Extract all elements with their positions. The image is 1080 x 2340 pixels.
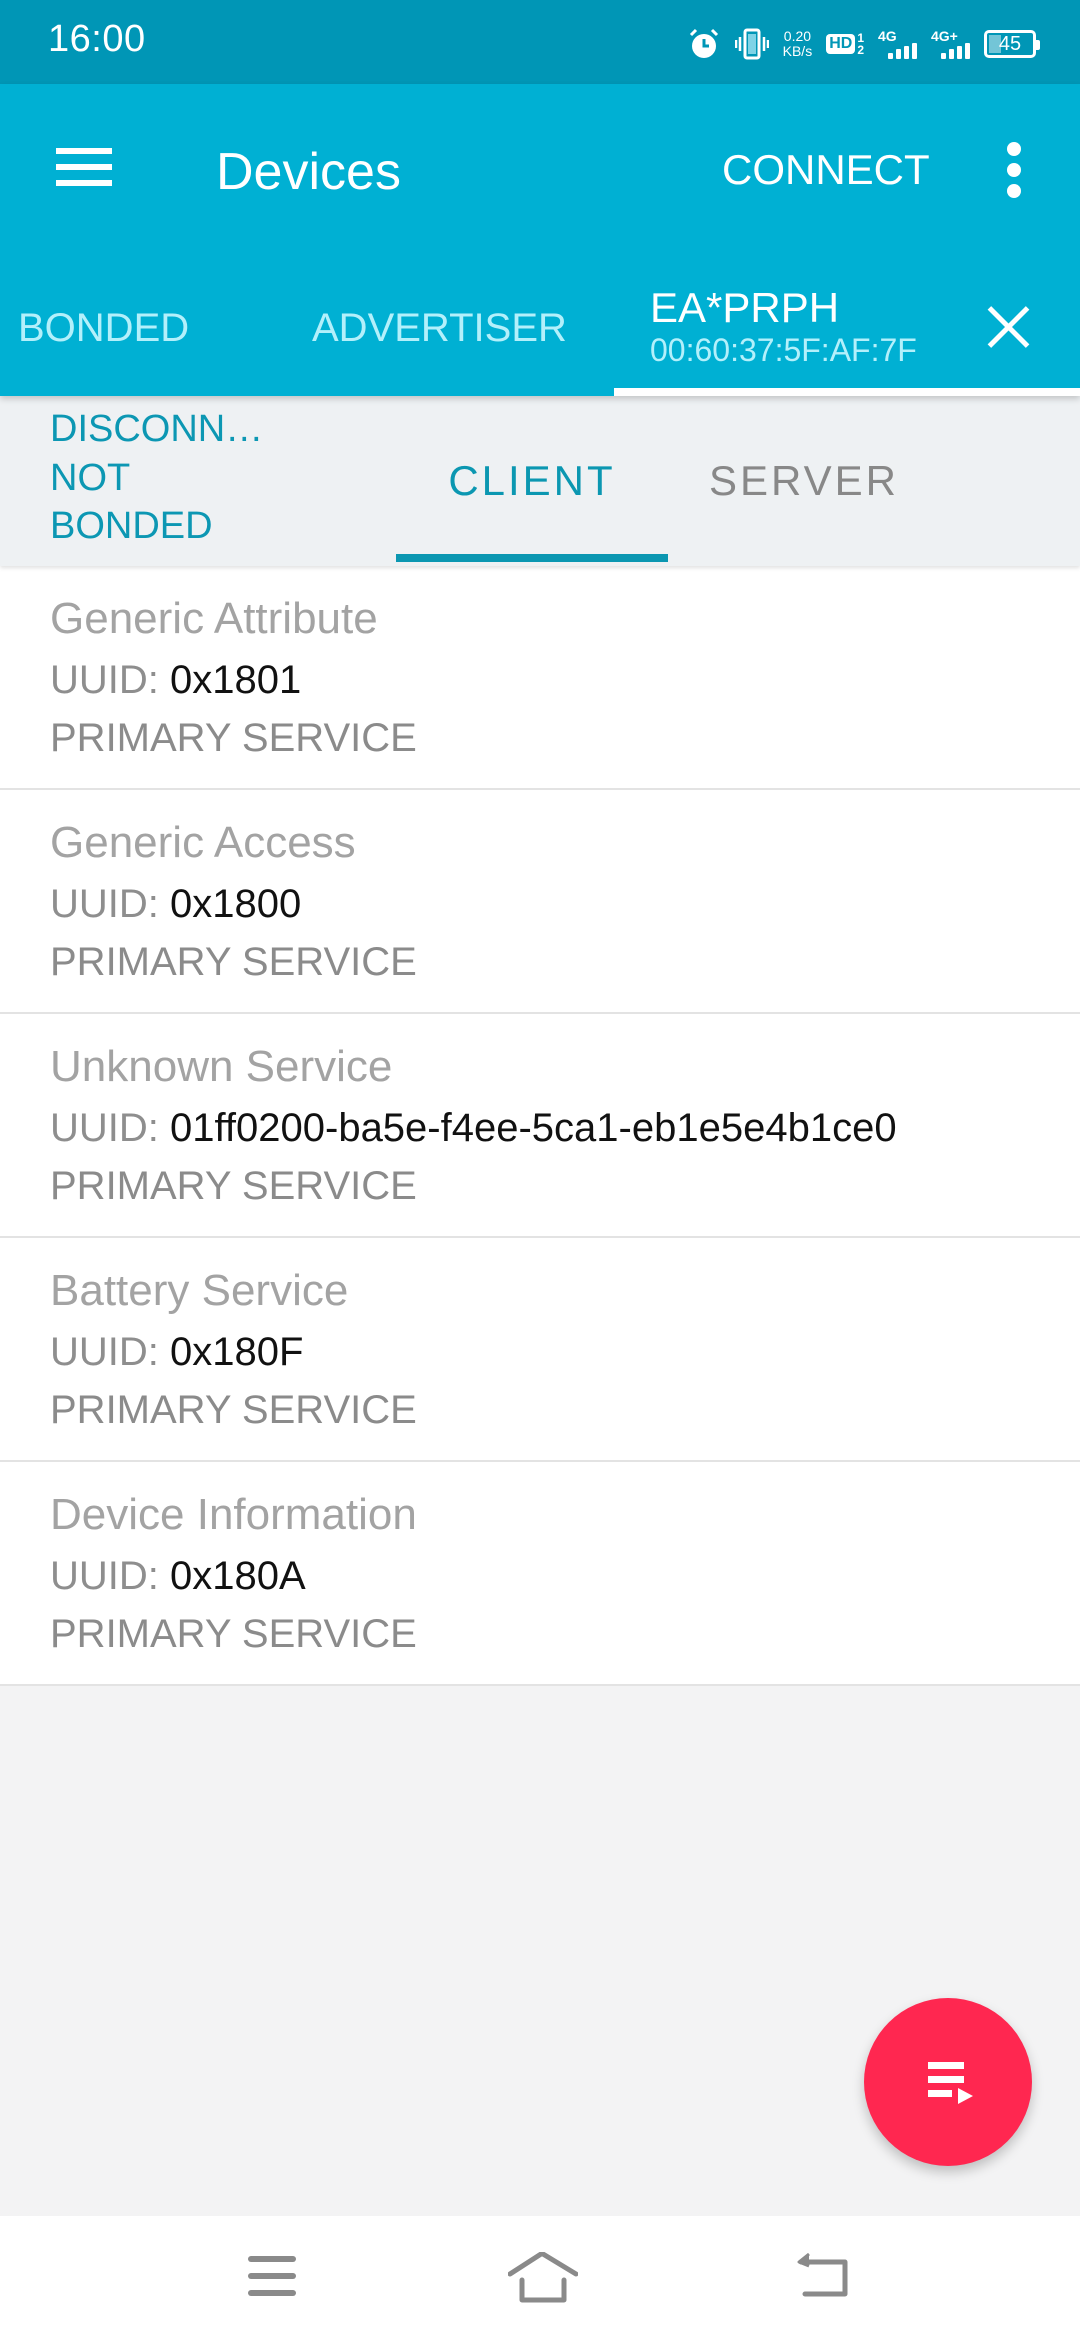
battery-icon: 45 <box>984 30 1040 58</box>
battery-level: 45 <box>998 32 1022 55</box>
service-item[interactable]: Generic Access UUID: 0x1800 PRIMARY SERV… <box>0 790 1080 1014</box>
tab-indicator <box>396 554 668 562</box>
connect-button[interactable]: CONNECT <box>722 146 930 194</box>
tab-client[interactable]: CLIENT <box>396 396 668 566</box>
service-item[interactable]: Battery Service UUID: 0x180F PRIMARY SER… <box>0 1238 1080 1462</box>
app-bar: Devices CONNECT BONDED ADVERTISER EA*PRP… <box>0 84 1080 396</box>
service-item[interactable]: Unknown Service UUID: 01ff0200-ba5e-f4ee… <box>0 1014 1080 1238</box>
signal-icon: 4G+ <box>931 29 970 59</box>
tab-advertiser-label: ADVERTISER <box>312 305 567 350</box>
bond-state-line2: BONDED <box>50 505 213 547</box>
uuid-value: 0x180A <box>170 1554 306 1598</box>
service-list: Generic Attribute UUID: 0x1801 PRIMARY S… <box>0 566 1080 1686</box>
service-name: Battery Service <box>50 1266 349 1315</box>
uuid-label: UUID: <box>50 882 159 926</box>
tab-advertiser[interactable]: ADVERTISER <box>312 260 567 396</box>
tab-bonded[interactable]: BONDED <box>18 260 189 396</box>
hamburger-menu-icon[interactable] <box>56 144 112 188</box>
tab-client-label: CLIENT <box>448 457 616 504</box>
page-title: Devices <box>216 143 401 201</box>
connection-status: DISCONN… NOT BONDED <box>50 404 263 550</box>
system-nav-bar <box>0 2216 1080 2340</box>
status-icons: 0.20 KB/s HD 12 4G 4G+ 45 <box>687 20 1040 68</box>
service-type: PRIMARY SERVICE <box>50 1388 417 1432</box>
close-icon[interactable] <box>986 304 1030 348</box>
service-type: PRIMARY SERVICE <box>50 716 417 760</box>
playlist-play-icon <box>928 2062 976 2106</box>
network2-label: 4G+ <box>931 28 958 44</box>
device-tabs: BONDED ADVERTISER EA*PRPH 00:60:37:5F:AF… <box>0 260 1080 396</box>
alarm-icon <box>687 27 721 61</box>
network1-label: 4G <box>878 28 897 44</box>
tab-server[interactable]: SERVER <box>668 396 940 566</box>
service-name: Device Information <box>50 1490 417 1539</box>
uuid-label: UUID: <box>50 1554 159 1598</box>
uuid-value: 0x180F <box>170 1330 304 1374</box>
service-type: PRIMARY SERVICE <box>50 1164 417 1208</box>
service-type: PRIMARY SERVICE <box>50 940 417 984</box>
tab-indicator <box>614 388 1080 396</box>
more-vert-icon[interactable] <box>1000 140 1028 200</box>
status-time: 16:00 <box>48 18 146 60</box>
hd-voice-icon: HD 12 <box>826 32 864 56</box>
uuid-value: 0x1800 <box>170 882 302 926</box>
connection-bar: DISCONN… NOT BONDED CLIENT SERVER <box>0 396 1080 566</box>
vibrate-icon <box>734 27 769 61</box>
service-item[interactable]: Generic Attribute UUID: 0x1801 PRIMARY S… <box>0 566 1080 790</box>
service-name: Generic Access <box>50 818 356 867</box>
tab-server-label: SERVER <box>709 457 899 504</box>
device-name: EA*PRPH <box>650 284 840 331</box>
status-bar: 16:00 0.20 KB/s HD 12 4G 4G+ 45 <box>0 0 1080 84</box>
connection-state: DISCONN… <box>50 408 264 450</box>
home-icon[interactable] <box>507 2251 579 2304</box>
uuid-value: 01ff0200-ba5e-f4ee-5ca1-eb1e5e4b1ce0 <box>170 1106 897 1150</box>
tab-bonded-label: BONDED <box>18 305 190 350</box>
service-name: Generic Attribute <box>50 594 378 643</box>
service-name: Unknown Service <box>50 1042 393 1091</box>
net-speed-value: 0.20 <box>783 28 812 44</box>
signal-icon: 4G <box>878 29 917 59</box>
recents-icon[interactable] <box>246 2252 306 2304</box>
tab-device[interactable]: EA*PRPH 00:60:37:5F:AF:7F <box>614 260 1080 396</box>
uuid-value: 0x1801 <box>170 658 302 702</box>
service-type: PRIMARY SERVICE <box>50 1612 417 1656</box>
net-speed-unit: KB/s <box>782 43 813 59</box>
uuid-label: UUID: <box>50 1330 159 1374</box>
bond-state-line1: NOT <box>50 457 131 499</box>
sim2-label: 2 <box>857 43 864 57</box>
hd-label: HD <box>826 34 856 54</box>
net-speed: 0.20 KB/s <box>783 29 813 59</box>
log-fab-button[interactable] <box>864 1998 1032 2166</box>
device-address: 00:60:37:5F:AF:7F <box>650 332 917 368</box>
uuid-label: UUID: <box>50 1106 159 1150</box>
back-icon[interactable] <box>795 2252 855 2304</box>
uuid-label: UUID: <box>50 658 159 702</box>
service-item[interactable]: Device Information UUID: 0x180A PRIMARY … <box>0 1462 1080 1686</box>
